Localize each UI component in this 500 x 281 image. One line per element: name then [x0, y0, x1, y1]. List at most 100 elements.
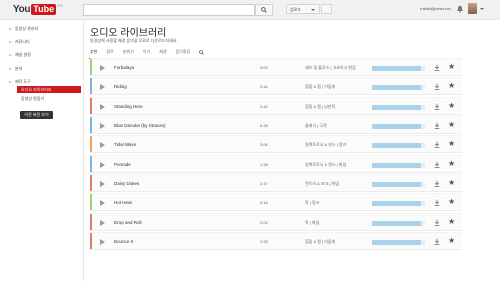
track-progress-bar[interactable] [372, 85, 425, 90]
star-icon[interactable]: ★ [448, 121, 455, 129]
play-icon[interactable] [100, 65, 105, 71]
track-genre: 일렉트로닉 & 댄스 | 펑키 [305, 142, 347, 147]
sidebar-item-create[interactable]: 제작 도구 [9, 79, 31, 85]
play-icon[interactable] [100, 220, 105, 226]
upload-menu-button[interactable] [321, 4, 332, 14]
star-icon[interactable]: ★ [448, 179, 455, 187]
sidebar-item-community[interactable]: 커뮤니티 [9, 39, 30, 45]
track-name: Blue Danube (by Strauss) [114, 123, 166, 128]
track-progress-bar[interactable] [372, 240, 425, 245]
tab-duration[interactable]: 재생 [159, 49, 166, 57]
play-icon[interactable] [100, 84, 105, 90]
track-progress-bar[interactable] [372, 182, 425, 187]
track-progress-bar[interactable] [372, 163, 425, 168]
download-icon[interactable] [434, 180, 440, 187]
star-icon[interactable]: ★ [448, 102, 455, 110]
search-input[interactable] [83, 4, 255, 16]
star-icon[interactable]: ★ [448, 82, 455, 90]
track-genre: 힙합 & 랩 | 어둡게 [305, 84, 336, 89]
download-icon[interactable] [434, 83, 440, 90]
bell-icon[interactable] [456, 5, 464, 13]
tab-instrument[interactable]: 악기 [143, 49, 150, 57]
play-icon[interactable] [100, 104, 105, 110]
chevron-down-icon [311, 9, 315, 11]
download-icon[interactable] [434, 238, 440, 245]
tab-genre[interactable]: 장르 [106, 49, 113, 57]
download-icon[interactable] [434, 161, 440, 168]
track-progress-fill [372, 221, 422, 226]
track-row[interactable]: Hot Heat 3:16 락 | 펑크 ★ [90, 193, 462, 211]
track-name: Pomade [114, 162, 131, 167]
old-version-button[interactable]: 이전 버전 보기 [20, 111, 53, 119]
user-email: ruslist@pixter.net [420, 6, 451, 11]
star-icon[interactable]: ★ [448, 63, 455, 71]
sidebar-item-channel-settings[interactable]: 채널 설정 [9, 52, 31, 58]
track-progress-fill [372, 143, 422, 148]
track-genre: 클래식 | 극적 [305, 123, 327, 128]
sidebar-item-analytics[interactable]: 분석 [8, 66, 22, 72]
track-row[interactable]: Bounce It 2:33 힙합 & 랩 | 어둡게 ★ [90, 232, 462, 250]
star-icon[interactable]: ★ [448, 140, 455, 148]
download-icon[interactable] [434, 103, 440, 110]
search-button[interactable] [255, 4, 273, 16]
star-icon[interactable]: ★ [448, 237, 455, 245]
star-icon[interactable]: ★ [448, 218, 455, 226]
track-progress-fill [372, 240, 422, 245]
track-name: Riding [114, 84, 127, 89]
avatar[interactable] [468, 3, 477, 14]
track-progress-fill [372, 124, 422, 129]
track-row[interactable]: Blue Danube (by Strauss) 6:26 클래식 | 극적 ★ [90, 116, 462, 134]
track-row[interactable]: Daisy Dukes 2:47 컨트리 & 포크 | 화냄 ★ [90, 174, 462, 192]
track-progress-bar[interactable] [372, 105, 425, 110]
sidebar-item-audio-library[interactable]: 오디오 라이브러리 [17, 86, 81, 93]
play-icon[interactable] [100, 123, 105, 129]
play-icon[interactable] [100, 162, 105, 168]
genre-color-stripe [90, 156, 92, 172]
star-icon[interactable]: ★ [448, 198, 455, 206]
logo-tube-text: Tube [31, 3, 57, 15]
search-icon[interactable] [199, 50, 205, 55]
youtube-logo[interactable]: You Tube KR [13, 3, 63, 15]
track-progress-bar[interactable] [372, 221, 425, 226]
play-icon[interactable] [100, 181, 105, 187]
track-row[interactable]: Standing Here 2:42 힙합 & 랩 | 낭만적 ★ [90, 97, 462, 115]
play-icon[interactable] [100, 200, 105, 206]
download-icon[interactable] [434, 64, 440, 71]
track-progress-bar[interactable] [372, 124, 425, 129]
chevron-down-icon[interactable] [480, 8, 484, 10]
track-name: Daisy Dukes [114, 181, 140, 186]
sidebar-item-video-manager[interactable]: 동영상 관리자 [8, 26, 38, 32]
track-duration: 1:38 [260, 162, 268, 167]
logo-you-text: You [13, 3, 31, 15]
track-duration: 2:02 [260, 220, 268, 225]
genre-color-stripe [90, 59, 92, 75]
track-name: Drop and Roll [114, 220, 142, 225]
top-bar: You Tube KR 업로드 ruslist@pixter.net [0, 0, 500, 20]
track-row[interactable]: Riding 2:44 힙합 & 랩 | 어둡게 ★ [90, 77, 462, 95]
track-row[interactable]: Forbalaya 3:00 재즈 및 블루스 | 고요하고 밝음 ★ [90, 58, 462, 76]
download-icon[interactable] [434, 219, 440, 226]
tab-mood[interactable]: 분위기 [123, 49, 134, 57]
tab-music-type[interactable]: 음악종류 [176, 49, 191, 57]
play-icon[interactable] [100, 239, 105, 245]
track-row[interactable]: Drop and Roll 2:02 락 | 화냄 ★ [90, 213, 462, 231]
track-row[interactable]: Tidal Wave 3:06 일렉트로닉 & 댄스 | 펑키 ★ [90, 135, 462, 153]
download-icon[interactable] [434, 141, 440, 148]
track-progress-bar[interactable] [372, 66, 425, 71]
star-icon[interactable]: ★ [448, 160, 455, 168]
track-progress-fill [372, 201, 422, 206]
play-icon[interactable] [100, 142, 105, 148]
track-row[interactable]: Pomade 1:38 일렉트로닉 & 댄스 | 화냄 ★ [90, 155, 462, 173]
track-duration: 3:06 [260, 142, 268, 147]
tab-featured[interactable]: 추천 [88, 49, 99, 59]
genre-color-stripe [90, 136, 92, 152]
track-progress-fill [372, 85, 422, 90]
track-progress-bar[interactable] [372, 201, 425, 206]
download-icon[interactable] [434, 122, 440, 129]
genre-color-stripe [90, 214, 92, 230]
sidebar-item-video-editor[interactable]: 동영상 편집기 [21, 96, 44, 102]
genre-color-stripe [90, 78, 92, 94]
upload-button[interactable]: 업로드 [286, 4, 320, 14]
track-progress-bar[interactable] [372, 143, 425, 148]
download-icon[interactable] [434, 199, 440, 206]
